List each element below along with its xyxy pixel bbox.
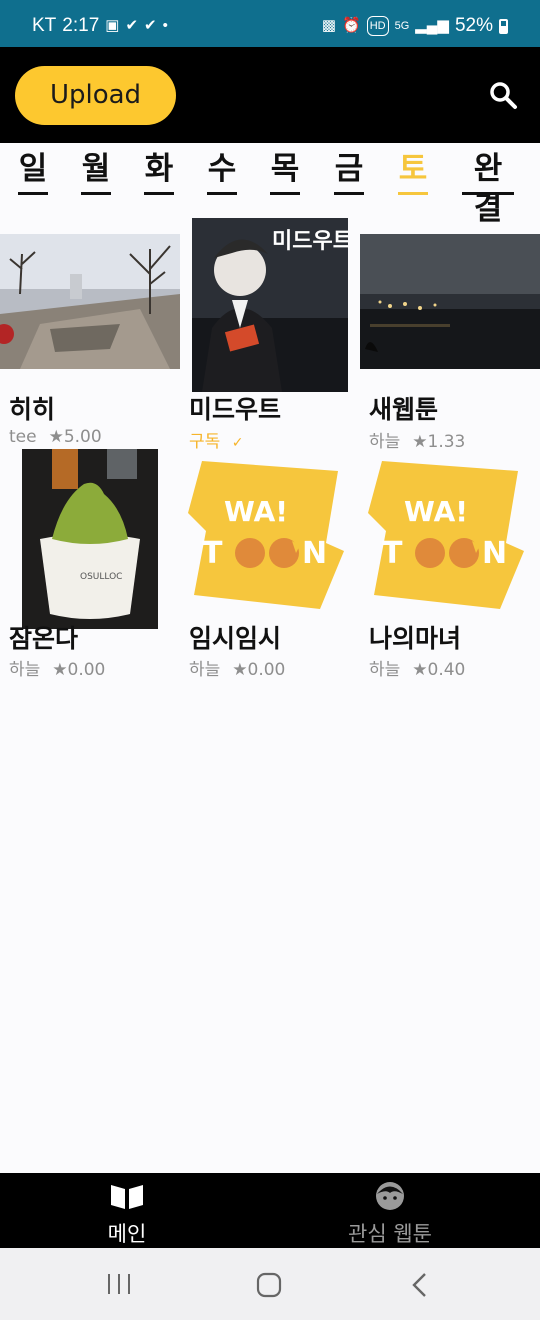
webtoon-title[interactable]: 히히 — [9, 390, 55, 426]
tab-thursday[interactable]: 목 — [270, 149, 300, 195]
author-label: tee — [9, 427, 37, 447]
waatoon-logo-thumbnail[interactable]: WA! T N — [368, 461, 524, 609]
alarm-icon: ⏰ — [342, 17, 361, 34]
home-icon[interactable] — [256, 1272, 282, 1298]
rating-label: ★0.00 — [52, 660, 106, 680]
battery-icon — [499, 18, 508, 34]
webtoon-card[interactable]: OSULLOC 잠온다 하늘 ★0.00 — [0, 449, 180, 680]
bottom-nav: 메인 관심 웹툰 — [0, 1173, 540, 1248]
webtoon-meta: tee ★5.00 — [9, 427, 102, 447]
webtoon-thumbnail[interactable] — [0, 234, 180, 369]
webtoon-card[interactable]: WA! T N 임시임시 하늘 ★0.00 — [180, 449, 360, 680]
face-icon — [376, 1182, 404, 1210]
tab-saturday[interactable]: 토 — [398, 149, 428, 195]
search-icon[interactable] — [488, 80, 518, 110]
network-label: 5G — [394, 20, 410, 32]
webtoon-title[interactable]: 임시임시 — [189, 619, 281, 655]
status-left: KT 2:17 ▣ ✔ ✔ • — [32, 15, 168, 37]
gallery-icon: ▣ — [105, 17, 120, 34]
webtoon-card[interactable]: 새웹툰 하늘 ★1.33 — [360, 218, 540, 452]
cover-title-text: 미드우트 — [272, 228, 348, 254]
webtoon-title[interactable]: 새웹툰 — [369, 390, 438, 426]
task-done-icon-2: ✔ — [144, 17, 157, 34]
tab-wednesday[interactable]: 수 — [207, 149, 237, 195]
book-icon — [111, 1185, 143, 1209]
webtoon-meta: 하늘 ★0.00 — [9, 655, 105, 680]
tab-completed[interactable]: 완결 — [462, 149, 514, 227]
upload-button[interactable]: Upload — [15, 66, 176, 125]
rating-label: ★5.00 — [48, 427, 102, 447]
tab-sunday[interactable]: 일 — [18, 149, 48, 195]
sync-icon: ▩ — [321, 17, 336, 34]
status-right: ▩ ⏰ HD 5G ▂▄▆ 52% — [322, 15, 508, 37]
webtoon-title[interactable]: 나의마녀 — [369, 619, 461, 655]
nav-favorites[interactable]: 관심 웹툰 — [340, 1181, 440, 1248]
webtoon-card[interactable]: 미드우트 미드우트 구독 ✓ — [180, 218, 360, 452]
nav-main[interactable]: 메인 — [98, 1181, 156, 1248]
svg-text:T: T — [202, 536, 223, 571]
webtoon-meta: 하늘 ★0.00 — [189, 655, 285, 680]
system-nav-bar — [0, 1248, 540, 1320]
nav-main-label: 메인 — [107, 1222, 147, 1246]
rating-label: ★0.00 — [232, 660, 286, 680]
dot-icon: • — [162, 17, 168, 34]
carrier-label: KT — [32, 15, 57, 36]
svg-text:T: T — [382, 536, 403, 571]
back-icon[interactable] — [410, 1272, 430, 1298]
svg-text:OSULLOC: OSULLOC — [80, 572, 122, 582]
task-done-icon: ✔ — [125, 17, 139, 34]
webtoon-title[interactable]: 잠온다 — [9, 619, 78, 655]
app-header: Upload — [0, 47, 540, 143]
webtoon-meta: 하늘 ★0.40 — [369, 655, 465, 680]
author-label: 하늘 — [189, 660, 221, 680]
day-tabs: 일 월 화 수 목 금 토 완결 — [0, 143, 540, 227]
signal-icon: ▂▄▆ — [415, 17, 449, 34]
webtoon-thumbnail[interactable]: 미드우트 — [192, 218, 348, 392]
author-label: 하늘 — [369, 660, 401, 680]
svg-text:N: N — [482, 536, 507, 571]
author-label: 하늘 — [9, 660, 41, 680]
svg-text:WA!: WA! — [404, 495, 468, 528]
svg-text:WA!: WA! — [224, 495, 288, 528]
recent-apps-icon[interactable] — [106, 1272, 132, 1296]
hd-icon: HD — [366, 16, 389, 36]
webtoon-thumbnail[interactable] — [360, 234, 540, 369]
tab-monday[interactable]: 월 — [81, 149, 111, 195]
webtoon-title[interactable]: 미드우트 — [189, 390, 281, 426]
waatoon-logo-thumbnail[interactable]: WA! T N — [188, 461, 344, 609]
webtoon-card[interactable]: WA! T N 나의마녀 하늘 ★0.40 — [360, 449, 540, 680]
svg-text:N: N — [302, 536, 327, 571]
tab-friday[interactable]: 금 — [334, 149, 364, 195]
battery-percent: 52% — [454, 15, 493, 36]
webtoon-thumbnail[interactable]: OSULLOC — [22, 449, 158, 629]
webtoon-card[interactable]: 히히 tee ★5.00 — [0, 218, 180, 448]
tab-tuesday[interactable]: 화 — [144, 149, 174, 195]
status-bar: KT 2:17 ▣ ✔ ✔ • ▩ ⏰ HD 5G ▂▄▆ 52% — [0, 0, 540, 47]
rating-label: ★0.40 — [412, 660, 466, 680]
nav-favorites-label: 관심 웹툰 — [348, 1222, 432, 1246]
clock: 2:17 — [62, 15, 100, 36]
